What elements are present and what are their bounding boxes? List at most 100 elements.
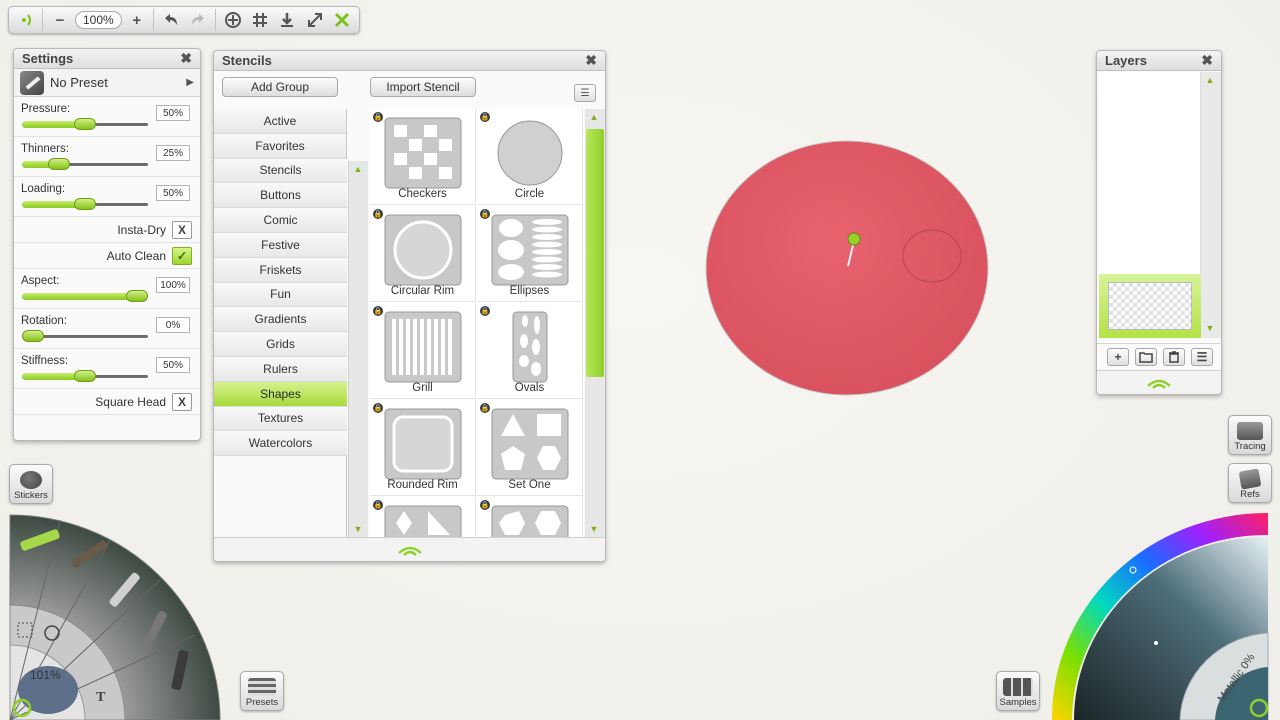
undo-icon[interactable] [158,9,183,31]
group-item-active[interactable]: Active [214,109,346,134]
group-scrollbar[interactable]: ▲ ▼ [348,161,368,539]
stickers-button[interactable]: Stickers [9,464,53,504]
scroll-down-icon[interactable]: ▼ [1201,320,1219,336]
group-item-buttons[interactable]: Buttons [214,183,347,209]
stencil-scrollbar[interactable]: ▲ ▼ [585,109,605,539]
stencil-tile-ellipses[interactable]: 🔒 Ellipses [477,206,583,302]
panel-footer[interactable] [1097,370,1221,394]
download-icon[interactable] [275,9,300,31]
scroll-up-icon[interactable]: ▲ [585,109,603,125]
insta-dry-checkbox[interactable]: X [172,220,192,239]
color-picker[interactable] [1154,641,1158,645]
slider-handle[interactable] [22,330,44,342]
close-icon[interactable]: ✖ [585,52,597,69]
menu-icon[interactable]: ☰ [574,84,596,102]
tool-wheel[interactable]: T 101% [0,505,240,720]
pin-icon[interactable] [847,232,861,246]
preset-selector[interactable]: No Preset ▶ [14,69,200,97]
refs-button[interactable]: Refs [1228,463,1272,503]
close-icon[interactable]: ✖ [180,50,192,67]
tracing-button[interactable]: Tracing [1228,415,1272,455]
folder-icon[interactable] [1135,347,1157,366]
slider-track[interactable] [22,198,148,210]
zoom-in-button[interactable]: + [124,9,149,31]
slider-handle[interactable] [74,198,96,210]
zoom-level[interactable]: 100% [74,11,123,29]
group-item-comic[interactable]: Comic [214,208,347,233]
slider-value-field[interactable]: 50% [156,357,190,373]
stencil-tile-checkers[interactable]: 🔒 Checkers [370,109,476,205]
scroll-down-icon[interactable]: ▼ [349,521,367,537]
scroll-down-icon[interactable]: ▼ [585,521,603,537]
slider-handle[interactable] [126,290,148,302]
settings-header[interactable]: Settings ✖ [14,49,200,69]
slider-value-field[interactable]: 0% [156,317,190,333]
stencil-tile-set-one[interactable]: 🔒 Set One [477,400,583,496]
slider-track[interactable] [22,330,148,342]
slider-handle[interactable] [74,118,96,130]
slider-handle[interactable] [74,370,96,382]
transform-icon[interactable] [220,9,245,31]
layers-header[interactable]: Layers ✖ [1097,51,1221,71]
scroll-up-icon[interactable]: ▲ [349,161,367,177]
canvas-artwork[interactable] [700,135,1000,405]
slider-value-field[interactable]: 25% [156,145,190,161]
scroll-thumb[interactable] [586,129,604,377]
slider-track[interactable] [22,158,148,170]
stencil-label: Ovals [514,382,545,394]
grip-icon[interactable] [396,543,424,557]
text-tool-icon[interactable]: T [96,690,106,705]
stencil-tile-grill[interactable]: 🔒 Grill [370,303,476,399]
group-item-stencils[interactable]: Stencils [214,158,347,184]
group-item-fun[interactable]: Fun [214,282,347,308]
slider-value-field[interactable]: 100% [156,277,190,293]
auto-clean-checkbox[interactable]: ✓ [172,246,192,265]
square-head-checkbox[interactable]: X [172,392,192,411]
add-layer-button[interactable]: + [1107,347,1129,366]
stencil-tile-rounded-rim[interactable]: 🔒 Rounded Rim [370,400,476,496]
close-icon[interactable]: ✖ [1201,52,1213,69]
stencils-header[interactable]: Stencils ✖ [214,51,605,71]
stencil-tile[interactable]: 🔒 [477,497,583,539]
info-icon[interactable] [13,9,38,31]
menu-icon[interactable]: ☰ [1191,347,1213,366]
slider-handle[interactable] [48,158,70,170]
panel-footer[interactable] [214,537,605,561]
stencil-tile-circle[interactable]: 🔒 Circle [477,109,583,205]
redo-icon[interactable] [186,9,211,31]
slider-track[interactable] [22,118,148,130]
group-item-favorites[interactable]: Favorites [214,133,346,159]
slider-value-field[interactable]: 50% [156,105,190,121]
group-item-watercolors[interactable]: Watercolors [214,431,347,457]
group-item-textures[interactable]: Textures [214,406,347,432]
close-icon[interactable] [330,9,355,31]
scroll-up-icon[interactable]: ▲ [1201,72,1219,88]
stencil-tile-ovals[interactable]: 🔒 Ovals [477,303,583,399]
samples-button[interactable]: Samples [996,671,1040,711]
group-item-festive[interactable]: Festive [214,232,347,258]
color-wheel[interactable]: Metallic 0% [1040,505,1280,720]
fullscreen-icon[interactable] [302,9,327,31]
divider [153,9,155,31]
zoom-out-button[interactable]: − [47,9,72,31]
group-item-friskets[interactable]: Friskets [214,257,347,283]
presets-button[interactable]: Presets [240,671,284,711]
play-arrow-icon[interactable]: ▶ [186,77,194,88]
group-item-gradients[interactable]: Gradients [214,307,347,333]
slider-label: Stiffness: [21,355,69,367]
stencil-tile[interactable]: 🔒 [370,497,476,539]
slider-track[interactable] [22,290,148,302]
group-item-grids[interactable]: Grids [214,332,347,357]
grid-icon[interactable] [247,9,272,31]
group-item-rulers[interactable]: Rulers [214,356,347,382]
import-stencil-button[interactable]: Import Stencil [370,77,476,97]
layer-item[interactable] [1099,274,1201,338]
slider-value-field[interactable]: 50% [156,185,190,201]
group-item-shapes[interactable]: Shapes [214,381,347,407]
add-group-button[interactable]: Add Group [222,77,338,97]
layers-scrollbar[interactable]: ▲ ▼ [1201,72,1221,338]
trash-icon[interactable] [1163,347,1185,366]
slider-track[interactable] [22,370,148,382]
grip-icon[interactable] [1145,376,1173,390]
stencil-tile-circular-rim[interactable]: 🔒 Circular Rim [370,206,476,302]
